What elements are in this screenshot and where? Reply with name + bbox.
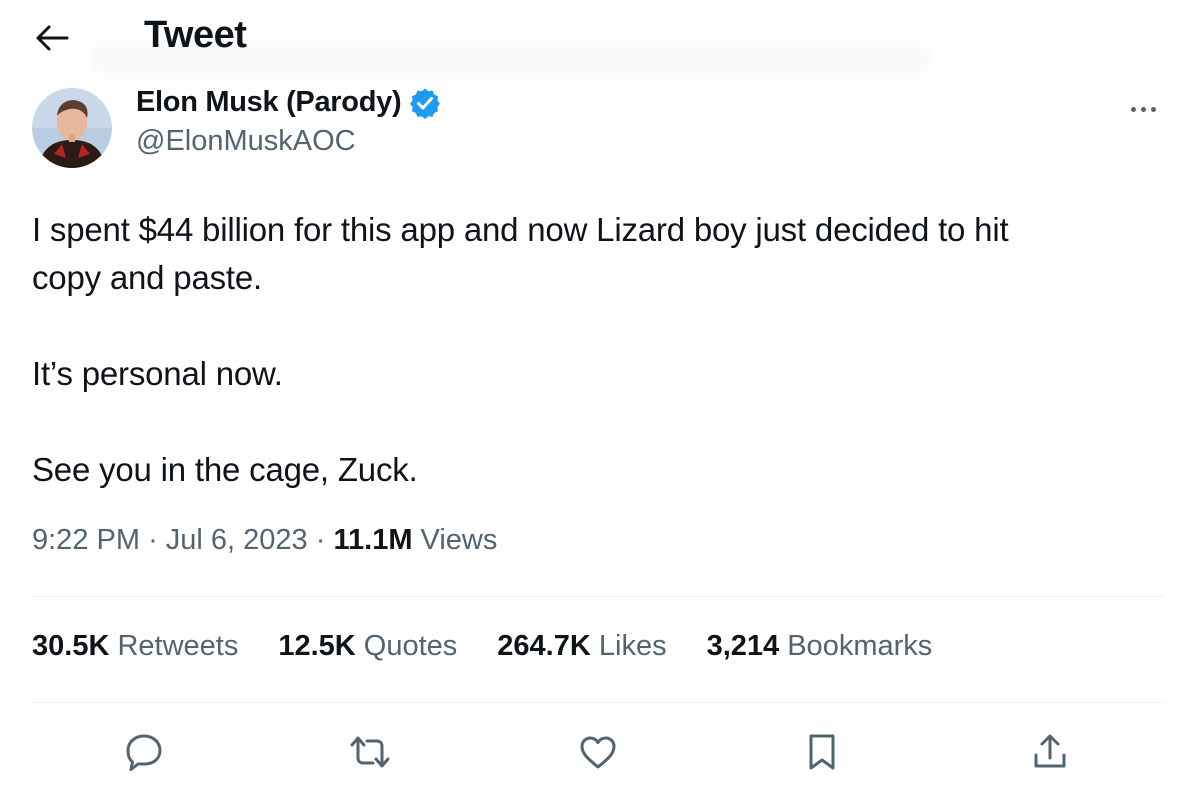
divider [32, 596, 1164, 597]
author-display-name[interactable]: Elon Musk (Parody) [136, 86, 402, 119]
stat-label: Retweets [117, 630, 239, 662]
tweet-time[interactable]: 9:22 PM [32, 524, 140, 557]
avatar-image [32, 88, 112, 168]
stat-label: Bookmarks [787, 630, 933, 662]
like-button[interactable] [574, 728, 622, 776]
avatar[interactable] [32, 88, 112, 168]
tweet-line: It’s personal now. [32, 355, 283, 392]
more-dot-icon [1130, 106, 1136, 112]
more-options-button[interactable] [1118, 94, 1168, 124]
author-name-row: Elon Musk (Parody) [136, 86, 441, 119]
retweet-icon [350, 736, 390, 768]
author-handle[interactable]: @ElonMuskAOC [136, 125, 441, 158]
like-icon [580, 736, 616, 769]
bookmark-icon [809, 734, 835, 770]
top-bar: Tweet [0, 0, 1196, 88]
tweet-line: See you in the cage, Zuck. [32, 451, 418, 488]
stat-likes[interactable]: 264.7K Likes [497, 630, 666, 663]
views-label: Views [420, 524, 498, 556]
stat-label: Quotes [363, 630, 458, 662]
stat-count: 30.5K [32, 630, 110, 662]
tweet-line: I spent $44 billion for this app and now… [32, 211, 1009, 248]
stat-label: Likes [598, 630, 667, 662]
reply-icon [126, 734, 162, 771]
action-bar [0, 720, 1196, 784]
tweet-views[interactable]: 11.1M Views [333, 524, 497, 557]
stat-quotes[interactable]: 12.5K Quotes [278, 630, 457, 663]
tweet-date[interactable]: Jul 6, 2023 [166, 524, 308, 557]
back-button[interactable] [30, 18, 74, 58]
tweet-text: I spent $44 billion for this app and now… [32, 206, 1152, 494]
more-dot-icon [1140, 106, 1146, 112]
retweet-button[interactable] [346, 728, 394, 776]
tweet-line: copy and paste. [32, 259, 262, 296]
engagement-stats: 30.5K Retweets 12.5K Quotes 264.7K Likes… [32, 630, 932, 663]
page-title: Tweet [144, 14, 247, 56]
more-dot-icon [1150, 106, 1156, 112]
stat-retweets[interactable]: 30.5K Retweets [32, 630, 238, 663]
stat-count: 264.7K [497, 630, 591, 662]
author-block: Elon Musk (Parody) @ElonMuskAOC [136, 86, 441, 158]
stat-bookmarks[interactable]: 3,214 Bookmarks [707, 630, 933, 663]
reply-button[interactable] [120, 728, 168, 776]
meta-separator: · [148, 524, 158, 556]
bookmark-button[interactable] [798, 728, 846, 776]
divider [32, 702, 1164, 703]
tweet-meta: 9:22 PM · Jul 6, 2023 · 11.1M Views [32, 524, 497, 557]
stat-count: 12.5K [278, 630, 356, 662]
arrow-left-icon [36, 25, 69, 51]
stat-count: 3,214 [706, 630, 780, 662]
share-icon [1034, 734, 1066, 768]
share-button[interactable] [1026, 728, 1074, 776]
views-count: 11.1M [333, 524, 413, 556]
meta-separator: · [315, 524, 326, 556]
verified-badge-icon [410, 88, 441, 119]
